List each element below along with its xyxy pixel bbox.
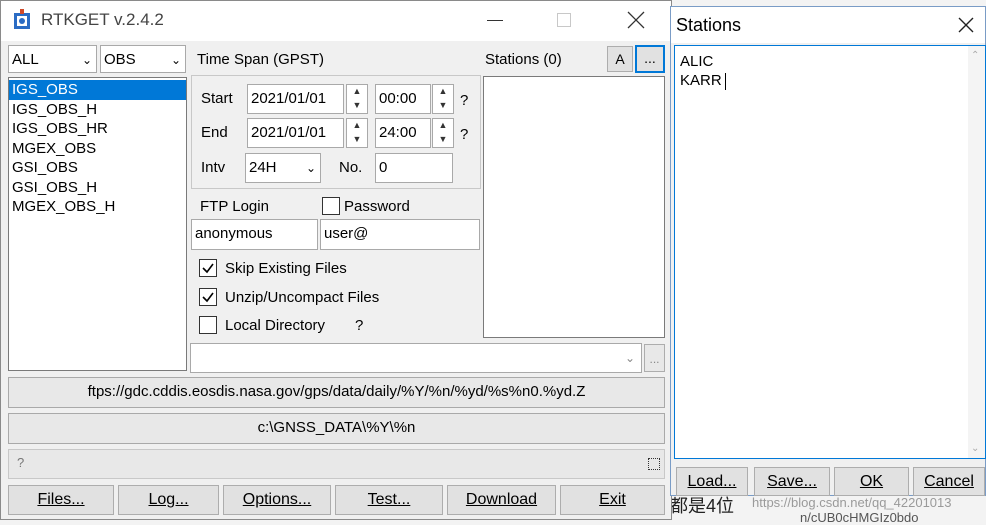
resize-grip-icon xyxy=(648,458,660,470)
end-time-field[interactable]: 24:00 xyxy=(375,118,431,148)
chevron-down-icon: ⌄ xyxy=(305,161,316,175)
end-date-field[interactable]: 2021/01/01 xyxy=(247,118,344,148)
close-icon[interactable] xyxy=(958,17,974,33)
log-button[interactable]: Log... xyxy=(118,485,219,515)
data-type-item[interactable]: IGS_OBS_H xyxy=(9,100,186,120)
end-help[interactable]: ? xyxy=(460,126,468,143)
stations-title-bar[interactable]: Stations xyxy=(671,7,985,43)
data-type-item[interactable]: GSI_OBS_H xyxy=(9,178,186,198)
scroll-up-icon[interactable]: ⌃ xyxy=(971,50,979,61)
background-text: n/cUB0cHMGIz0bdo xyxy=(800,510,919,525)
app-icon xyxy=(11,9,33,31)
skip-existing-checkbox[interactable] xyxy=(199,259,217,277)
data-type-item[interactable]: IGS_OBS xyxy=(9,80,186,100)
start-time-spinner[interactable]: ▲ ▼ xyxy=(432,84,454,114)
stations-dialog: Stations ALIC KARR ⌃ ⌄ Load... Save... O… xyxy=(670,6,986,496)
save-button[interactable]: Save... xyxy=(754,467,830,496)
intv-select[interactable]: 24H ⌄ xyxy=(245,153,321,183)
ftp-login-label: FTP Login xyxy=(200,198,269,215)
local-directory-help[interactable]: ? xyxy=(355,317,363,334)
end-time-spinner[interactable]: ▲ ▼ xyxy=(432,118,454,148)
no-field[interactable]: 0 xyxy=(375,153,453,183)
status-bar: ? xyxy=(8,449,665,479)
cancel-button[interactable]: Cancel xyxy=(913,467,985,496)
url-field[interactable]: ftps://gdc.cddis.eosdis.nasa.gov/gps/dat… xyxy=(8,377,665,408)
stations-edit-button[interactable]: ... xyxy=(635,45,665,73)
unzip-checkbox[interactable] xyxy=(199,288,217,306)
rtkget-window: RTKGET v.2.4.2 ALL ⌄ OBS ⌄ IGS_OBS IGS_OB… xyxy=(0,0,672,520)
stations-textarea[interactable]: ALIC KARR ⌃ ⌄ xyxy=(674,45,986,459)
start-help[interactable]: ? xyxy=(460,92,468,109)
scrollbar[interactable]: ⌃ ⌄ xyxy=(968,46,985,458)
directory-browse-button[interactable]: ... xyxy=(644,344,665,372)
minimize-icon[interactable] xyxy=(487,20,503,21)
data-type-item[interactable]: IGS_OBS_HR xyxy=(9,119,186,139)
files-button[interactable]: Files... xyxy=(8,485,114,515)
stations-list[interactable] xyxy=(483,76,665,338)
stations-label: Stations (0) xyxy=(485,51,562,68)
intv-label: Intv xyxy=(201,159,226,176)
data-type-select[interactable]: ALL ⌄ xyxy=(8,45,97,73)
end-date-spinner[interactable]: ▲ ▼ xyxy=(346,118,368,148)
start-label: Start xyxy=(201,90,233,107)
maximize-icon xyxy=(557,13,571,27)
chevron-down-icon: ⌄ xyxy=(170,53,181,67)
unzip-label: Unzip/Uncompact Files xyxy=(225,289,380,306)
directory-combo[interactable]: ⌄ xyxy=(190,343,642,373)
local-directory-label: Local Directory xyxy=(225,317,326,334)
login-field[interactable]: anonymous xyxy=(191,219,318,250)
password-field[interactable]: user@ xyxy=(320,219,480,250)
obs-type-select[interactable]: OBS ⌄ xyxy=(100,45,186,73)
stations-all-button[interactable]: A xyxy=(607,46,633,72)
exit-button[interactable]: Exit xyxy=(560,485,665,515)
data-type-item[interactable]: MGEX_OBS xyxy=(9,139,186,159)
local-directory-checkbox[interactable] xyxy=(199,316,217,334)
stations-title: Stations xyxy=(676,15,742,35)
download-button[interactable]: Download xyxy=(447,485,556,515)
skip-existing-label: Skip Existing Files xyxy=(225,260,347,277)
text-cursor xyxy=(725,73,726,90)
close-icon[interactable] xyxy=(627,11,645,29)
end-label: End xyxy=(201,124,228,141)
options-button[interactable]: Options... xyxy=(223,485,331,515)
load-button[interactable]: Load... xyxy=(676,467,748,496)
chevron-down-icon: ⌄ xyxy=(81,53,92,67)
time-span-label: Time Span (GPST) xyxy=(197,51,324,68)
data-type-item[interactable]: GSI_OBS xyxy=(9,158,186,178)
data-types-list[interactable]: IGS_OBS IGS_OBS_H IGS_OBS_HR MGEX_OBS GSI_OB… xyxy=(8,77,187,371)
station-line: KARR xyxy=(680,72,722,89)
test-button[interactable]: Test... xyxy=(335,485,443,515)
ok-button[interactable]: OK xyxy=(834,467,909,496)
scroll-down-icon[interactable]: ⌄ xyxy=(971,443,979,454)
station-line: ALIC xyxy=(680,53,714,70)
data-type-item[interactable]: MGEX_OBS_H xyxy=(9,197,186,217)
chevron-down-icon: ⌄ xyxy=(624,351,635,365)
no-label: No. xyxy=(339,159,363,176)
start-date-field[interactable]: 2021/01/01 xyxy=(247,84,344,114)
status-text: ? xyxy=(17,455,25,470)
start-time-field[interactable]: 00:00 xyxy=(375,84,431,114)
password-checkbox[interactable] xyxy=(322,197,340,215)
start-date-spinner[interactable]: ▲ ▼ xyxy=(346,84,368,114)
window-title: RTKGET v.2.4.2 xyxy=(41,10,164,29)
local-path-field[interactable]: c:\GNSS_DATA\%Y\%n xyxy=(8,413,665,444)
password-label: Password xyxy=(344,198,410,215)
watermark-text: https://blog.csdn.net/qq_42201013 xyxy=(752,495,952,510)
title-bar[interactable]: RTKGET v.2.4.2 xyxy=(1,1,671,41)
